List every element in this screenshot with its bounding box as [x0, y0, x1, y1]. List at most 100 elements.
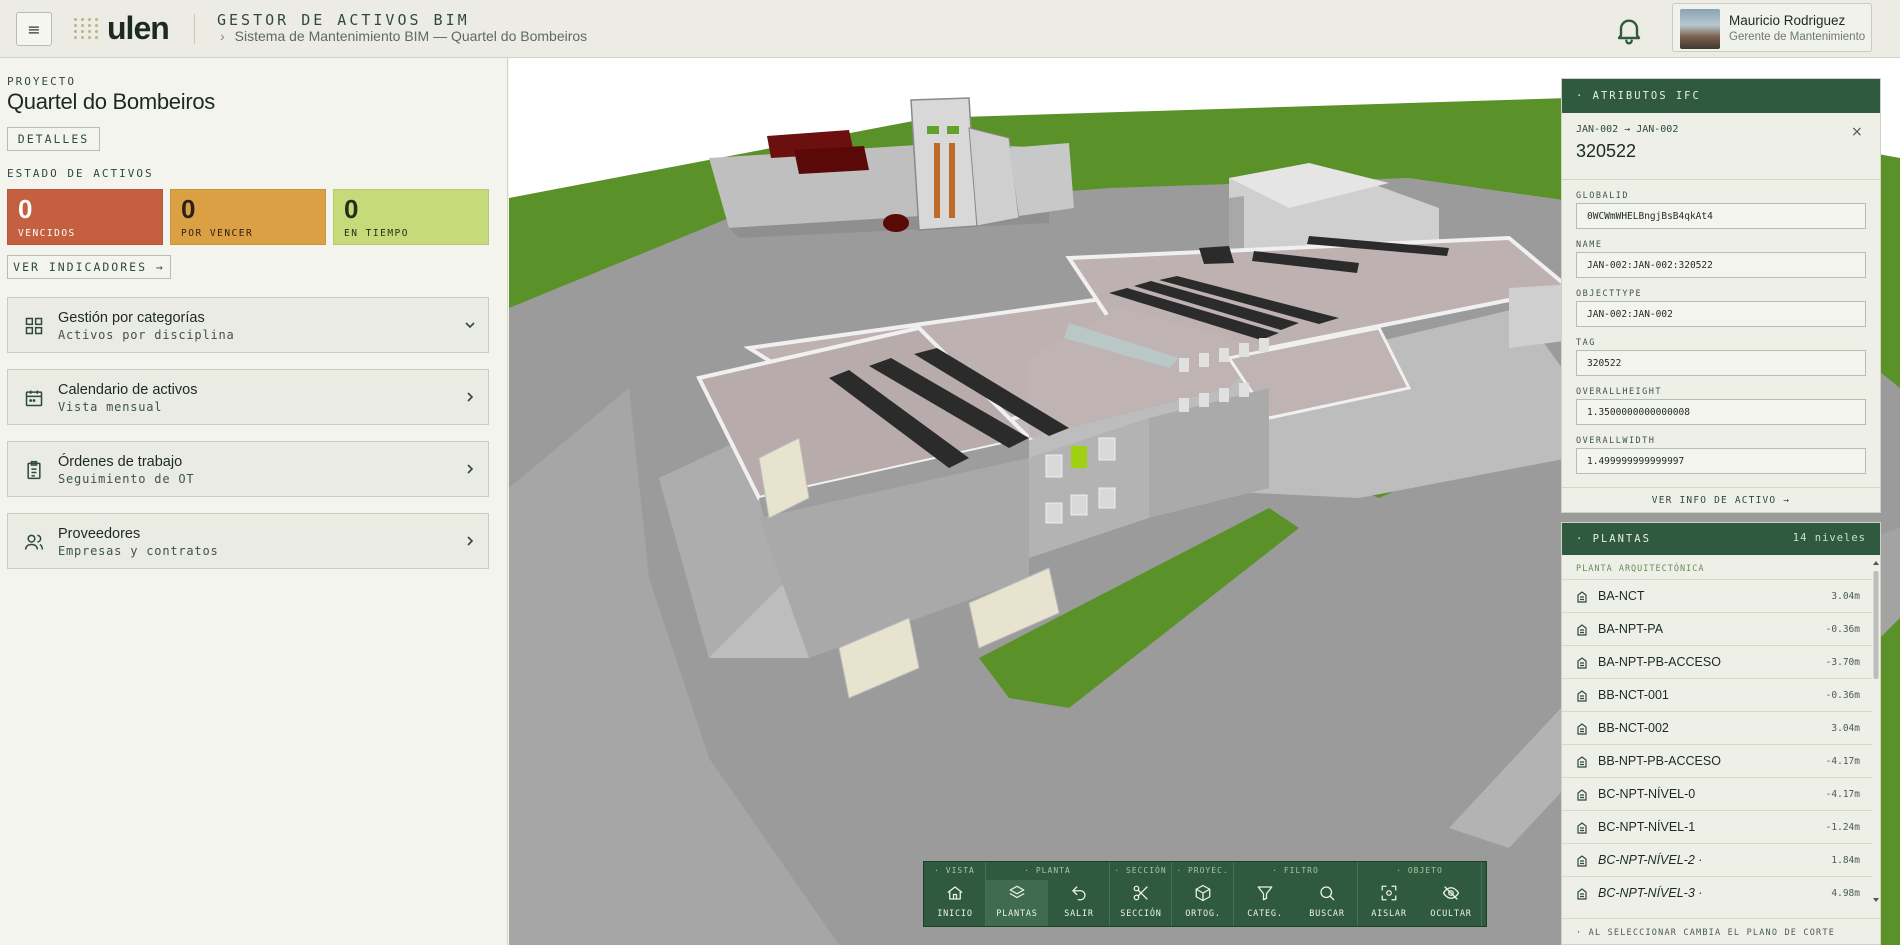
calendar-icon — [25, 390, 43, 407]
toolbar-button-sección[interactable]: SECCIÓN — [1110, 880, 1172, 926]
toolbar-button-ortog[interactable]: ORTOG. — [1172, 880, 1234, 926]
menu-button[interactable]: ≡ — [16, 12, 52, 46]
toolbar-button-label: ORTOG. — [1185, 909, 1221, 919]
app-title: GESTOR DE ACTIVOS BIM — [217, 11, 470, 29]
view-indicators-button[interactable]: VER INDICADORES → — [7, 255, 171, 279]
level-item[interactable]: BC-NPT-NÍVEL-2 · 1.84m — [1562, 843, 1872, 876]
details-button[interactable]: DETALLES — [7, 127, 100, 151]
logo[interactable]: ulen — [74, 9, 170, 46]
breadcrumb[interactable]: › Sistema de Mantenimiento BIM — Quartel … — [220, 28, 587, 44]
app-header: ≡ ulen GESTOR DE ACTIVOS BIM › Sistema de… — [0, 0, 1900, 58]
card-title: Calendario de activos — [58, 382, 198, 398]
toolbar-group-label: · VISTA — [934, 866, 975, 875]
toolbar-group-label: · FILTRO — [1272, 866, 1319, 875]
levels-section-title: PLANTA ARQUITECTÓNICA — [1576, 564, 1705, 574]
level-item[interactable]: BB-NCT-001 -0.36m — [1562, 678, 1872, 711]
user-name: Mauricio Rodriguez — [1729, 13, 1846, 28]
toolbar-button-label: PLANTAS — [996, 909, 1038, 919]
toolbar-group: · PROYEC. ORTOG. — [1172, 862, 1234, 926]
toolbar-button-salir[interactable]: SALIR — [1048, 880, 1110, 926]
card-calendar[interactable]: Calendario de activos Vista mensual — [7, 369, 489, 425]
level-elevation: -4.17m — [1825, 789, 1860, 800]
levels-list: BA-NCT 3.04m BA-NPT-PA -0.36m BA-NPT-PB-ACCE… — [1562, 579, 1872, 909]
toolbar-button-inicio[interactable]: INICIO — [924, 880, 986, 926]
level-elevation: -3.70m — [1825, 657, 1860, 668]
project-sidebar: PROYECTO Quartel do Bombeiros DETALLES E… — [0, 58, 508, 945]
stat-value: 0 — [344, 194, 359, 224]
scrollbar[interactable] — [1872, 559, 1880, 904]
filter-icon — [1257, 886, 1273, 901]
card-subtitle: Activos por disciplina — [58, 328, 235, 342]
building-icon — [1577, 657, 1587, 669]
level-item[interactable]: BC-NPT-NÍVEL-0 -4.17m — [1562, 777, 1872, 810]
level-name: BA-NPT-PB-ACCESO — [1598, 655, 1721, 669]
home-icon — [947, 886, 963, 900]
toolbar-group: · PLANTA PLANTAS SALIR — [986, 862, 1110, 926]
toolbar-button-plantas[interactable]: PLANTAS — [986, 880, 1048, 926]
toolbar-group-label: · PROYEC. — [1176, 866, 1229, 875]
level-item[interactable]: BB-NPT-PB-ACCESO -4.17m — [1562, 744, 1872, 777]
building-icon — [1577, 855, 1587, 867]
level-elevation: 3.04m — [1831, 591, 1860, 602]
level-item[interactable]: BB-NCT-002 3.04m — [1562, 711, 1872, 744]
toolbar-group: · SECCIÓN SECCIÓN — [1110, 862, 1172, 926]
stat-label: POR VENCER — [181, 228, 254, 239]
toolbar-button-label: INICIO — [937, 909, 973, 919]
field-value-name[interactable]: JAN-002:JAN-002:320522 — [1576, 252, 1866, 278]
field-value-overallwidth[interactable]: 1.499999999999997 — [1576, 448, 1866, 474]
grid-icon — [25, 317, 43, 335]
field-label-overallheight: OVERALLHEIGHT — [1576, 387, 1663, 397]
building-icon — [1577, 822, 1587, 834]
header-divider — [194, 14, 195, 44]
toolbar-button-ocultar[interactable]: OCULTAR — [1420, 880, 1482, 926]
toolbar-group-label: · PLANTA — [1024, 866, 1071, 875]
building-icon — [1577, 789, 1587, 801]
chevron-down-icon — [465, 322, 475, 329]
toolbar-button-buscar[interactable]: BUSCAR — [1296, 880, 1358, 926]
asset-status-label: ESTADO DE ACTIVOS — [7, 167, 154, 180]
ifc-element-id: 320522 — [1576, 141, 1637, 161]
field-value-objecttype[interactable]: JAN-002:JAN-002 — [1576, 301, 1866, 327]
notifications-button[interactable] — [1612, 14, 1646, 46]
card-suppliers[interactable]: Proveedores Empresas y contratos — [7, 513, 489, 569]
breadcrumb-item[interactable]: Sistema de Mantenimiento BIM — Quartel d… — [235, 28, 588, 44]
field-value-globalid[interactable]: 0WCWmWHELBngjBsB4qkAt4 — [1576, 203, 1866, 229]
level-elevation: 3.04m — [1831, 723, 1860, 734]
close-icon[interactable]: × — [1851, 124, 1863, 140]
toolbar-button-label: BUSCAR — [1309, 909, 1345, 919]
field-label-tag: TAG — [1576, 338, 1596, 348]
stat-overdue[interactable]: 0 VENCIDOS — [7, 189, 163, 245]
level-name: BB-NCT-002 — [1598, 721, 1669, 735]
card-title: Gestión por categorías — [58, 310, 205, 326]
toolbar-button-categ[interactable]: CATEG. — [1234, 880, 1296, 926]
stat-due-soon[interactable]: 0 POR VENCER — [170, 189, 326, 245]
card-subtitle: Vista mensual — [58, 400, 163, 414]
logo-text: ulen — [107, 9, 170, 46]
field-value-tag[interactable]: 320522 — [1576, 350, 1866, 376]
toolbar-group: · FILTRO CATEG. BUSCAR — [1234, 862, 1358, 926]
logo-mark — [74, 17, 99, 39]
clipboard-icon — [27, 460, 41, 480]
toolbar-button-label: SECCIÓN — [1120, 909, 1162, 919]
card-subtitle: Seguimiento de OT — [58, 472, 195, 486]
level-item[interactable]: BA-NPT-PB-ACCESO -3.70m — [1562, 645, 1872, 678]
field-label-overallwidth: OVERALLWIDTH — [1576, 436, 1656, 446]
card-categories[interactable]: Gestión por categorías Activos por disci… — [7, 297, 489, 353]
user-menu[interactable]: Mauricio Rodriguez Gerente de Mantenimie… — [1672, 3, 1872, 52]
level-item[interactable]: BA-NCT 3.04m — [1562, 579, 1872, 612]
chevron-right-icon: › — [220, 28, 225, 44]
level-name: BC-NPT-NÍVEL-0 — [1598, 787, 1696, 801]
level-item[interactable]: BA-NPT-PA -0.36m — [1562, 612, 1872, 645]
toolbar-button-label: AISLAR — [1371, 909, 1407, 919]
card-title: Proveedores — [58, 526, 141, 542]
toolbar-button-aislar[interactable]: AISLAR — [1358, 880, 1420, 926]
levels-panel-title: · PLANTAS — [1576, 533, 1651, 545]
card-work-orders[interactable]: Órdenes de trabajo Seguimiento de OT — [7, 441, 489, 497]
view-asset-info-link[interactable]: VER INFO DE ACTIVO → — [1562, 487, 1880, 513]
levels-count: 14 niveles — [1792, 532, 1866, 544]
level-item[interactable]: BC-NPT-NÍVEL-3 · 4.98m — [1562, 876, 1872, 909]
level-item[interactable]: BC-NPT-NÍVEL-1 -1.24m — [1562, 810, 1872, 843]
cube-icon — [1195, 884, 1211, 902]
stat-on-time[interactable]: 0 EN TIEMPO — [333, 189, 489, 245]
field-value-overallheight[interactable]: 1.3500000000000008 — [1576, 399, 1866, 425]
